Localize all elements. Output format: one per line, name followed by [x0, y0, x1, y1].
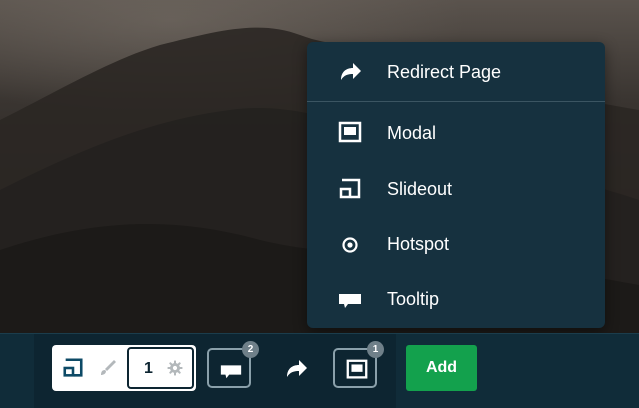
tooltip-icon	[220, 365, 242, 379]
modal-icon	[337, 121, 363, 145]
menu-item-tooltip[interactable]: Tooltip	[307, 274, 605, 324]
redirect-arrow-icon	[337, 60, 363, 84]
add-button[interactable]: Add	[406, 345, 477, 391]
step-number: 1	[144, 360, 153, 377]
slideout-icon	[337, 177, 363, 201]
menu-item-redirect-page[interactable]: Redirect Page	[307, 47, 605, 97]
menu-item-label: Slideout	[387, 179, 453, 199]
tooltip-count-badge: 2	[242, 341, 259, 358]
menu-item-label: Hotspot	[387, 234, 450, 254]
redirect-arrow-icon[interactable]	[283, 357, 309, 386]
menu-item-label: Tooltip	[387, 289, 440, 309]
slideout-icon[interactable]	[61, 357, 85, 384]
menu-item-label: Redirect Page	[387, 62, 502, 82]
menu-item-hotspot[interactable]: Hotspot	[307, 219, 605, 269]
modal-count-badge: 1	[367, 341, 384, 358]
gear-icon[interactable]	[167, 360, 183, 381]
menu-divider	[307, 101, 605, 102]
menu-item-label: Modal	[387, 123, 437, 143]
menu-item-slideout[interactable]: Slideout	[307, 164, 605, 214]
tooltip-icon	[337, 287, 363, 311]
step-counter[interactable]: 1	[127, 347, 194, 389]
modal-icon	[346, 359, 368, 379]
add-element-menu: Redirect Page Modal Slideout Hotspot Too…	[307, 42, 605, 328]
hotspot-icon	[337, 232, 363, 256]
menu-item-modal[interactable]: Modal	[307, 108, 605, 158]
brush-icon[interactable]	[98, 358, 118, 383]
